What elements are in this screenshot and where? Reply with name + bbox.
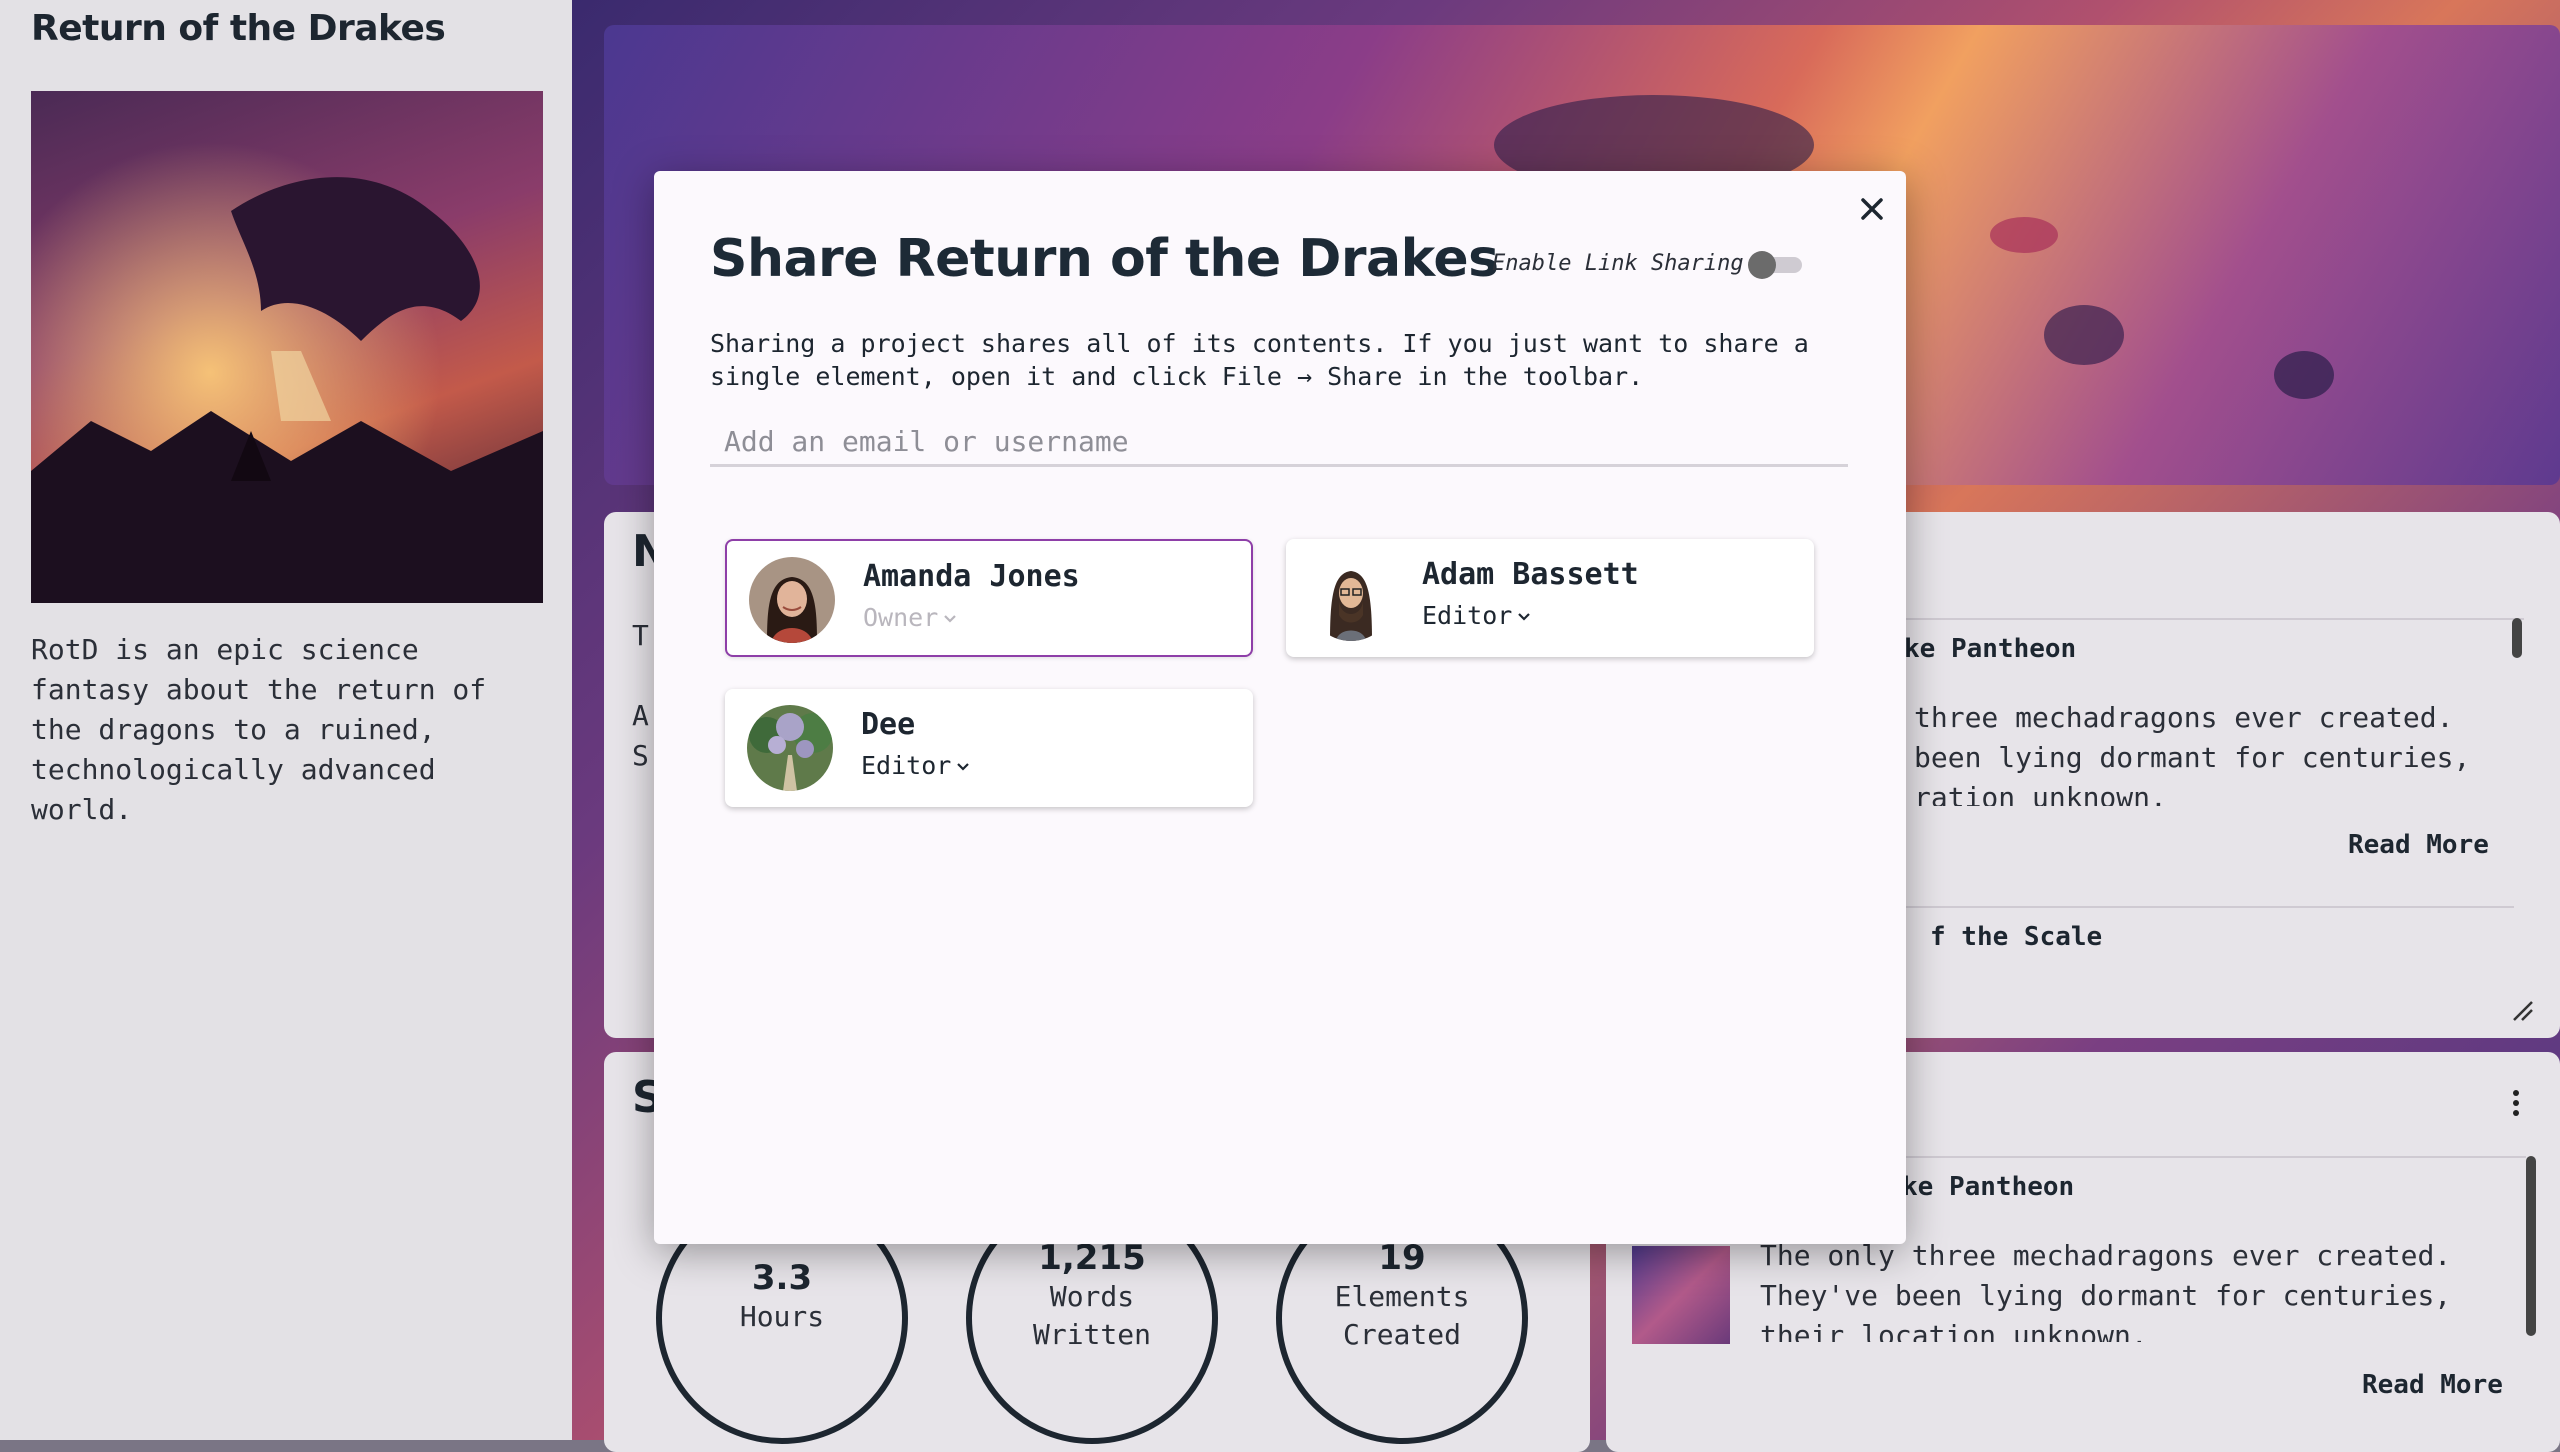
role-label: Editor — [1422, 601, 1513, 630]
avatar — [749, 557, 835, 643]
collaborator-name: Adam Bassett — [1422, 557, 1639, 592]
dialog-title: Share Return of the Drakes — [710, 229, 1499, 289]
chevron-down-icon — [957, 763, 970, 771]
close-button[interactable] — [1852, 189, 1892, 229]
dialog-description: Sharing a project shares all of its cont… — [710, 329, 1809, 391]
avatar — [747, 705, 833, 791]
collaborator-card[interactable]: Amanda Jones Owner — [725, 539, 1253, 657]
collaborator-name: Dee — [861, 707, 916, 742]
role-label: Editor — [861, 751, 952, 780]
email-username-input[interactable] — [710, 419, 1848, 467]
collaborator-card[interactable]: Dee Editor — [725, 689, 1253, 807]
link-sharing-toggle[interactable] — [1748, 251, 1804, 279]
chevron-down-icon — [944, 615, 957, 623]
chevron-down-icon — [1518, 613, 1531, 621]
role-label: Owner — [863, 603, 939, 632]
collaborator-name: Amanda Jones — [863, 559, 1080, 594]
link-sharing-label: Enable Link Sharing — [1492, 251, 1744, 276]
share-dialog: Share Return of the Drakes Enable Link S… — [654, 171, 1906, 1244]
role-dropdown[interactable]: Editor — [861, 751, 971, 780]
avatar — [1308, 555, 1394, 641]
collaborator-card[interactable]: Adam Bassett Editor — [1286, 539, 1814, 657]
close-icon — [1861, 198, 1883, 220]
role-dropdown: Owner — [863, 603, 958, 632]
role-dropdown[interactable]: Editor — [1422, 601, 1532, 630]
toggle-knob — [1748, 251, 1776, 279]
